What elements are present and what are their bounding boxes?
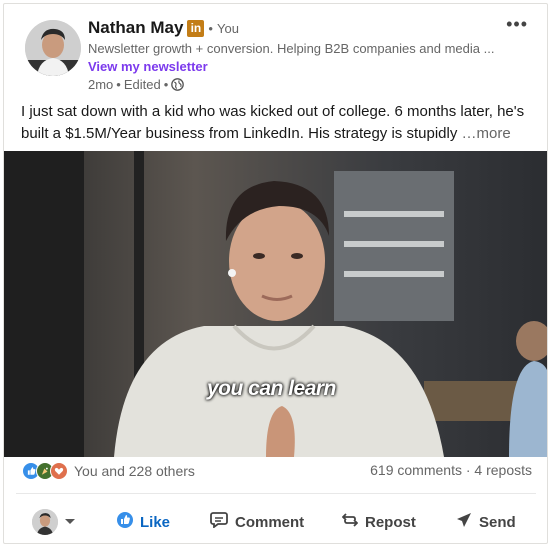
repost-label: Repost (365, 513, 416, 531)
author-relation: You (216, 20, 239, 36)
video-caption: you can learn (207, 377, 336, 400)
premium-badge-icon: in (187, 19, 205, 37)
edited-label: Edited (123, 77, 161, 92)
like-button[interactable]: Like (117, 512, 170, 532)
separator-dot: • (208, 20, 213, 36)
comments-reposts-count[interactable]: 619 comments · 4 reposts (370, 462, 532, 478)
author-avatar[interactable] (25, 20, 81, 76)
love-icon (50, 462, 68, 480)
comment-button[interactable]: Comment (210, 512, 304, 532)
see-more-link[interactable]: …more (462, 125, 511, 142)
divider (16, 493, 536, 494)
post-time: 2mo (88, 77, 114, 92)
separator-dot: • (163, 77, 169, 92)
post-meta: 2mo • Edited • (88, 77, 185, 92)
comment-label: Comment (235, 513, 305, 531)
comment-icon (210, 512, 228, 532)
like-label: Like (140, 513, 171, 531)
reactions-summary[interactable]: You and 228 others (22, 462, 195, 480)
author-name-row: Nathan May in • You (88, 17, 239, 39)
video-player[interactable]: you can learn (4, 151, 547, 457)
social-counts: You and 228 others 619 comments · 4 repo… (22, 462, 532, 482)
author-name[interactable]: Nathan May (88, 18, 183, 38)
video-frame (4, 151, 547, 457)
send-button[interactable]: Send (456, 512, 516, 532)
chevron-down-icon (64, 513, 76, 531)
action-bar: Like Comment Repost Send (4, 504, 547, 542)
view-newsletter-link[interactable]: View my newsletter (88, 59, 208, 74)
actor-avatar (32, 509, 58, 535)
feed-post-card: Nathan May in • You Newsletter growth + … (3, 3, 548, 544)
author-headline: Newsletter growth + conversion. Helping … (88, 41, 495, 56)
post-body: I just sat down with a kid who was kicke… (21, 101, 531, 145)
send-label: Send (479, 513, 516, 531)
globe-icon (171, 78, 185, 91)
repost-icon (341, 512, 359, 532)
more-options-icon[interactable]: ••• (506, 14, 528, 35)
actor-switcher[interactable] (32, 509, 76, 535)
like-icon (117, 512, 133, 532)
separator-dot: • (116, 77, 121, 92)
post-text: I just sat down with a kid who was kicke… (21, 103, 525, 142)
reactions-text[interactable]: You and 228 others (74, 463, 195, 479)
repost-button[interactable]: Repost (341, 512, 416, 532)
send-icon (456, 512, 472, 532)
